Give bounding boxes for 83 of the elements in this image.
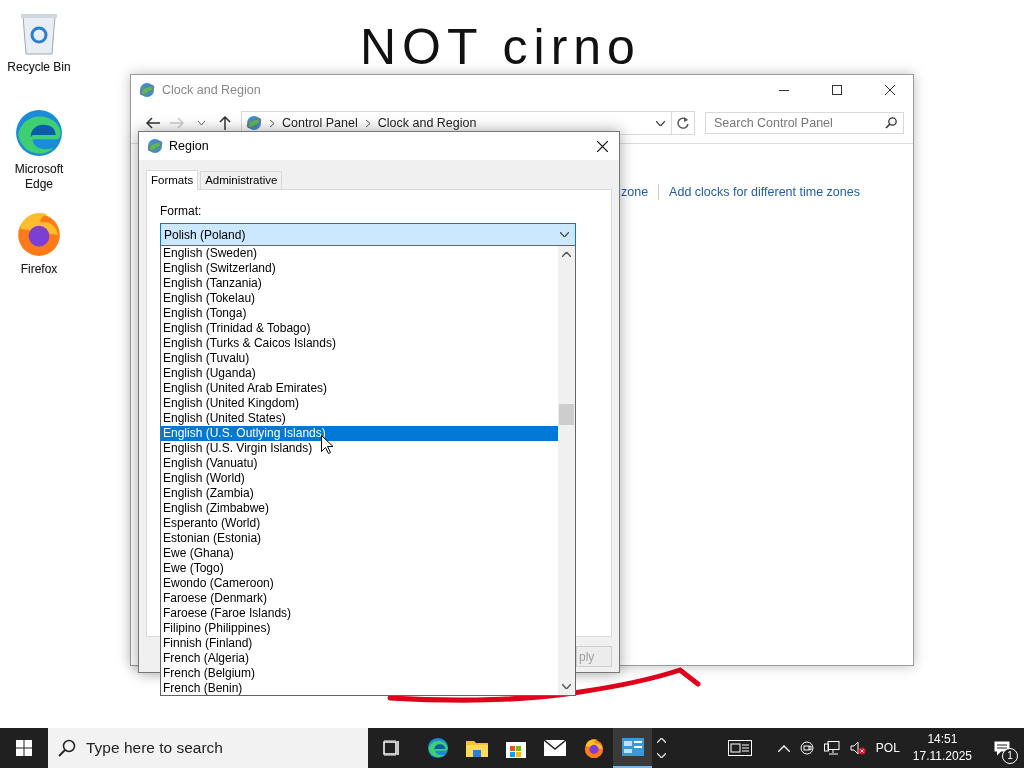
window-title: Clock and Region bbox=[162, 83, 262, 97]
list-item[interactable]: English (Trinidad & Tobago) bbox=[161, 321, 558, 336]
search-field[interactable]: Search Control Panel bbox=[705, 112, 904, 134]
chevron-up-icon bbox=[656, 738, 666, 743]
notification-button[interactable]: 1 bbox=[980, 728, 1024, 768]
list-item[interactable]: English (Uganda) bbox=[161, 366, 558, 381]
desktop-icon-label[interactable]: Recycle Bin bbox=[7, 60, 71, 75]
folder-icon[interactable] bbox=[465, 739, 488, 757]
list-item[interactable]: French (Benin) bbox=[161, 681, 558, 696]
link[interactable]: zone bbox=[621, 185, 649, 199]
list-item[interactable]: French (Belgium) bbox=[161, 666, 558, 681]
list-item[interactable]: English (Sweden) bbox=[161, 246, 558, 261]
list-item[interactable]: French (Algeria) bbox=[161, 651, 558, 666]
wallpaper-text: NOT cirno bbox=[360, 22, 641, 72]
list-item[interactable]: Ewondo (Cameroon) bbox=[161, 576, 558, 591]
task-view-icon[interactable] bbox=[383, 740, 401, 756]
chevron-down-icon bbox=[656, 753, 666, 758]
list-item[interactable]: English (Turks & Caicos Islands) bbox=[161, 336, 558, 351]
newspaper-icon bbox=[727, 740, 752, 756]
close-icon bbox=[596, 140, 608, 152]
search-icon bbox=[885, 117, 897, 129]
format-dropdown[interactable]: Polish (Poland) bbox=[160, 223, 576, 246]
maximize-icon bbox=[832, 85, 842, 95]
dialog-title: Region bbox=[169, 139, 210, 153]
up-arrow-icon bbox=[219, 116, 231, 130]
minimize-icon bbox=[779, 89, 789, 91]
language-indicator[interactable]: POL bbox=[870, 728, 905, 768]
field-label: Format: bbox=[160, 204, 202, 218]
list-item[interactable]: Ewe (Ghana) bbox=[161, 546, 558, 561]
chevron-right-icon bbox=[270, 119, 274, 127]
back-arrow-icon bbox=[146, 117, 160, 129]
list-item[interactable]: Esperanto (World) bbox=[161, 516, 558, 531]
edge-icon[interactable] bbox=[14, 108, 64, 158]
list-item[interactable]: English (United States) bbox=[161, 411, 558, 426]
chevron-down-icon bbox=[656, 120, 665, 126]
list-item[interactable]: English (Zambia) bbox=[161, 486, 558, 501]
breadcrumb-item[interactable]: Clock and Region bbox=[377, 116, 477, 130]
list-item[interactable]: English (Tonga) bbox=[161, 306, 558, 321]
list-item[interactable]: English (World) bbox=[161, 471, 558, 486]
edge-icon[interactable] bbox=[426, 737, 449, 759]
list-item[interactable]: Filipino (Philippines) bbox=[161, 621, 558, 636]
chevron-down-icon bbox=[560, 232, 569, 237]
list-item[interactable]: Finnish (Finland) bbox=[161, 636, 558, 651]
mail-icon[interactable] bbox=[543, 740, 566, 756]
list-item[interactable]: English (U.S. Outlying Islands) bbox=[161, 426, 558, 441]
chevron-right-icon bbox=[365, 119, 370, 127]
globe-icon bbox=[147, 138, 163, 154]
clock[interactable]: 14:51 17.11.2025 bbox=[904, 728, 980, 768]
chevron-up-icon bbox=[777, 744, 790, 752]
tab[interactable]: Administrative bbox=[200, 171, 283, 189]
list-item[interactable]: English (U.S. Virgin Islands) bbox=[161, 441, 558, 456]
chevron-down-icon bbox=[197, 121, 205, 125]
link[interactable]: Add clocks for different time zones bbox=[669, 185, 860, 199]
list-item[interactable]: English (United Arab Emirates) bbox=[161, 381, 558, 396]
firefox-icon[interactable] bbox=[582, 737, 605, 759]
chevron-down-icon bbox=[562, 684, 571, 689]
list-item[interactable]: English (Tanzania) bbox=[161, 276, 558, 291]
network-icon bbox=[823, 741, 840, 755]
windows-logo-icon bbox=[16, 740, 32, 756]
list-item[interactable]: English (United Kingdom) bbox=[161, 396, 558, 411]
list-item[interactable]: Ewe (Togo) bbox=[161, 561, 558, 576]
desktop-icon-label[interactable]: Firefox bbox=[7, 262, 71, 277]
desktop-icon-label[interactable]: Microsoft Edge bbox=[7, 162, 71, 192]
chevron-up-icon bbox=[562, 252, 571, 257]
forward-arrow-icon bbox=[170, 117, 184, 129]
list-item[interactable]: English (Switzerland) bbox=[161, 261, 558, 276]
taskbar-app-button[interactable] bbox=[613, 728, 652, 768]
list-item[interactable]: English (Tokelau) bbox=[161, 291, 558, 306]
list-item[interactable]: English (Zimbabwe) bbox=[161, 501, 558, 516]
refresh-icon[interactable] bbox=[677, 117, 689, 129]
list-item[interactable]: Faroese (Denmark) bbox=[161, 591, 558, 606]
scrollbar-thumb[interactable] bbox=[559, 404, 574, 425]
breadcrumb-item[interactable]: Control Panel bbox=[282, 116, 358, 130]
list-item[interactable]: English (Tuvalu) bbox=[161, 351, 558, 366]
close-icon bbox=[885, 85, 895, 95]
list-item[interactable]: Faroese (Faroe Islands) bbox=[161, 606, 558, 621]
speaker-muted-icon bbox=[849, 741, 866, 755]
search-icon bbox=[58, 739, 76, 757]
search-field[interactable]: Type here to search bbox=[48, 728, 368, 768]
tab[interactable]: Formats bbox=[146, 170, 199, 190]
camera-icon bbox=[799, 741, 814, 755]
list-item[interactable]: Estonian (Estonia) bbox=[161, 531, 558, 546]
list-item[interactable]: English (Vanuatu) bbox=[161, 456, 558, 471]
